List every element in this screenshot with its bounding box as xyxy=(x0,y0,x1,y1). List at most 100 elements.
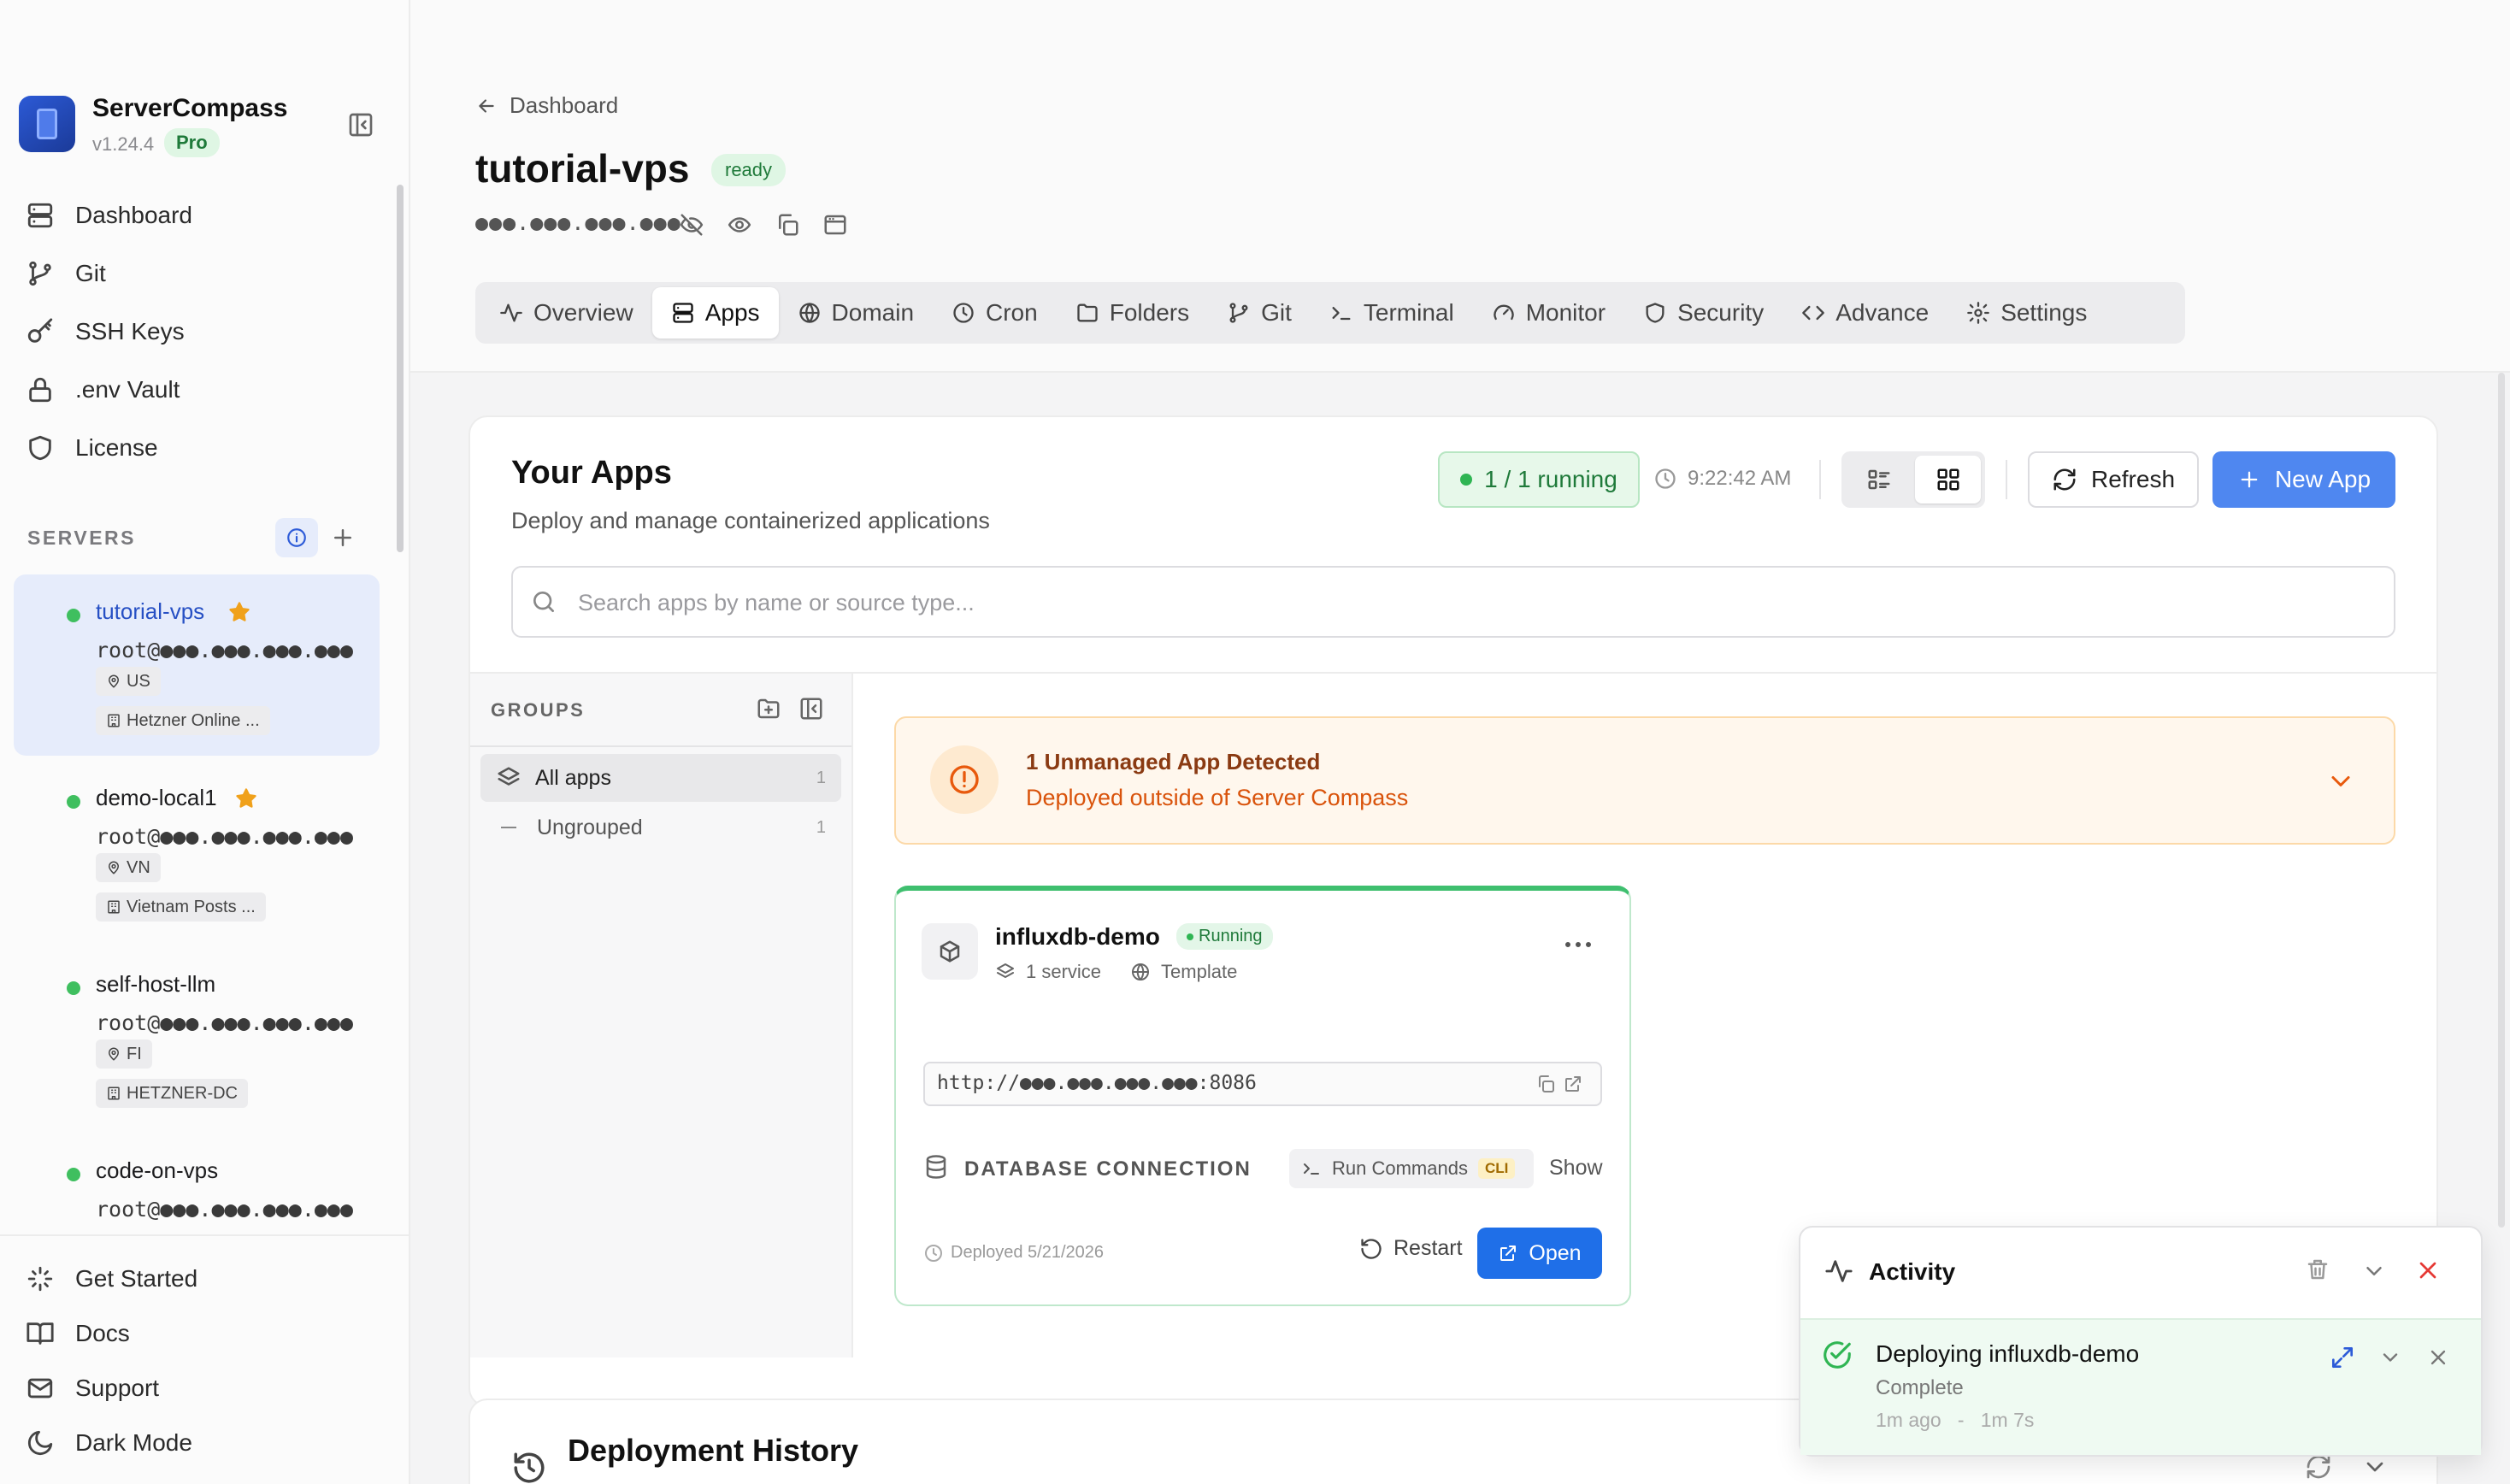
nav-dark-mode[interactable]: Dark Mode xyxy=(26,1426,192,1460)
nav-git[interactable]: Git xyxy=(26,256,106,291)
activity-item-time: 1m ago - 1m 7s xyxy=(1876,1409,2034,1432)
tab-terminal[interactable]: Terminal xyxy=(1311,287,1473,339)
divider xyxy=(1819,460,1821,499)
main-scrollbar[interactable] xyxy=(2498,373,2505,1228)
history-icon xyxy=(511,1450,547,1484)
server-icon xyxy=(26,201,55,230)
group-all-apps[interactable]: All apps 1 xyxy=(480,754,841,802)
add-server-icon[interactable] xyxy=(330,525,356,551)
unmanaged-apps-banner[interactable] xyxy=(894,716,2395,845)
lock-icon xyxy=(26,375,55,404)
breadcrumb[interactable]: Dashboard xyxy=(475,92,618,119)
tab-folders[interactable]: Folders xyxy=(1057,287,1208,339)
nav-get-started[interactable]: Get Started xyxy=(26,1262,197,1296)
tab-settings[interactable]: Settings xyxy=(1947,287,2106,339)
restart-button[interactable]: Restart xyxy=(1359,1236,1463,1261)
region-chip: FI xyxy=(96,1039,152,1069)
chevron-down-icon[interactable] xyxy=(2325,766,2356,797)
sidebar-collapse-icon[interactable] xyxy=(347,111,374,138)
eye-icon[interactable] xyxy=(727,212,752,238)
provider-chip: Vietnam Posts ... xyxy=(96,892,266,922)
tab-domain[interactable]: Domain xyxy=(779,287,933,339)
tab-cron[interactable]: Cron xyxy=(933,287,1057,339)
online-status-dot xyxy=(67,795,80,809)
status-badge: ready xyxy=(711,154,787,186)
nav-support[interactable]: Support xyxy=(26,1371,159,1405)
chevron-down-icon[interactable] xyxy=(2361,1453,2389,1481)
nav-label: .env Vault xyxy=(75,376,180,403)
shield-icon xyxy=(1643,301,1667,325)
expand-icon[interactable] xyxy=(2329,1344,2356,1371)
tab-advance[interactable]: Advance xyxy=(1782,287,1947,339)
external-link-icon[interactable] xyxy=(1563,1074,1583,1094)
tab-overview[interactable]: Overview xyxy=(480,287,652,339)
group-label: Ungrouped xyxy=(537,815,643,839)
folder-plus-icon[interactable] xyxy=(756,696,781,721)
nav-label: License xyxy=(75,434,158,461)
key-icon xyxy=(26,317,55,346)
search-input[interactable] xyxy=(578,581,2373,624)
star-icon[interactable] xyxy=(227,600,251,624)
browser-icon[interactable] xyxy=(822,212,848,238)
activity-icon xyxy=(1824,1257,1853,1286)
copy-icon[interactable] xyxy=(775,212,800,238)
nav-label: Dark Mode xyxy=(75,1429,192,1456)
server-item-demo-local1[interactable]: demo-local1 root@●●●.●●●.●●●.●●● VN Viet… xyxy=(14,761,380,942)
nav-license[interactable]: License xyxy=(26,431,158,465)
git-branch-icon xyxy=(1227,301,1251,325)
new-app-button[interactable]: New App xyxy=(2212,451,2395,508)
panel-collapse-icon[interactable] xyxy=(798,696,824,721)
chevron-down-icon[interactable] xyxy=(2361,1258,2387,1284)
server-user: root@●●●.●●●.●●●.●●● xyxy=(96,1010,354,1035)
arrow-left-icon xyxy=(475,95,498,117)
trash-icon[interactable] xyxy=(2305,1257,2330,1282)
nav-dashboard[interactable]: Dashboard xyxy=(26,198,192,233)
server-item-self-host-llm[interactable]: self-host-llm root@●●●.●●●.●●●.●●● FI HE… xyxy=(14,947,380,1128)
copy-icon[interactable] xyxy=(1535,1074,1556,1094)
time-separator: - xyxy=(1957,1409,1965,1431)
tab-label: Advance xyxy=(1835,299,1930,326)
nav-docs[interactable]: Docs xyxy=(26,1316,130,1351)
clock-icon xyxy=(952,301,975,325)
list-view-button[interactable] xyxy=(1846,456,1912,504)
close-icon[interactable] xyxy=(2414,1257,2442,1284)
nav-env-vault[interactable]: .env Vault xyxy=(26,373,180,407)
refresh-icon[interactable] xyxy=(2305,1453,2332,1481)
terminal-icon xyxy=(1329,301,1353,325)
show-connection-button[interactable]: Show xyxy=(1549,1156,1603,1181)
git-branch-icon xyxy=(26,259,55,288)
close-icon[interactable] xyxy=(2426,1346,2450,1369)
tab-monitor[interactable]: Monitor xyxy=(1473,287,1624,339)
activity-title: Activity xyxy=(1869,1258,1956,1285)
tab-apps[interactable]: Apps xyxy=(651,287,779,339)
eye-off-icon[interactable] xyxy=(679,212,704,238)
map-pin-icon xyxy=(106,860,121,875)
server-item-tutorial-vps[interactable]: tutorial-vps root@●●●.●●●.●●●.●●● US Het… xyxy=(14,574,380,756)
grid-view-button[interactable] xyxy=(1915,456,1981,504)
gauge-icon xyxy=(1492,301,1516,325)
app-url[interactable]: http://●●●.●●●.●●●.●●●:8086 xyxy=(937,1072,1257,1094)
region-chip: VN xyxy=(96,853,161,882)
deployed-date: Deployed 5/21/2026 xyxy=(951,1243,1105,1262)
nav-label: Docs xyxy=(75,1320,130,1346)
sidebar-scrollbar[interactable] xyxy=(397,185,404,552)
group-count: 1 xyxy=(816,817,826,837)
run-commands-button[interactable]: Run Commands CLI xyxy=(1289,1149,1534,1188)
tab-security[interactable]: Security xyxy=(1624,287,1782,339)
more-options-icon[interactable] xyxy=(1563,935,1594,954)
building-icon xyxy=(106,899,121,915)
server-icon xyxy=(671,301,695,325)
terminal-icon xyxy=(1301,1158,1322,1179)
servers-heading: SERVERS xyxy=(27,527,137,549)
deployment-history-title: Deployment History xyxy=(568,1433,859,1468)
info-icon[interactable] xyxy=(275,518,318,557)
group-ungrouped[interactable]: Ungrouped 1 xyxy=(480,804,841,851)
star-icon[interactable] xyxy=(234,786,258,810)
nav-ssh-keys[interactable]: SSH Keys xyxy=(26,315,185,349)
open-app-button[interactable]: Open xyxy=(1477,1228,1602,1279)
tab-git[interactable]: Git xyxy=(1208,287,1311,339)
chevron-down-icon[interactable] xyxy=(2378,1346,2402,1369)
page-title: tutorial-vps xyxy=(475,146,690,191)
groups-heading: GROUPS xyxy=(491,699,586,721)
refresh-button[interactable]: Refresh xyxy=(2028,451,2199,508)
